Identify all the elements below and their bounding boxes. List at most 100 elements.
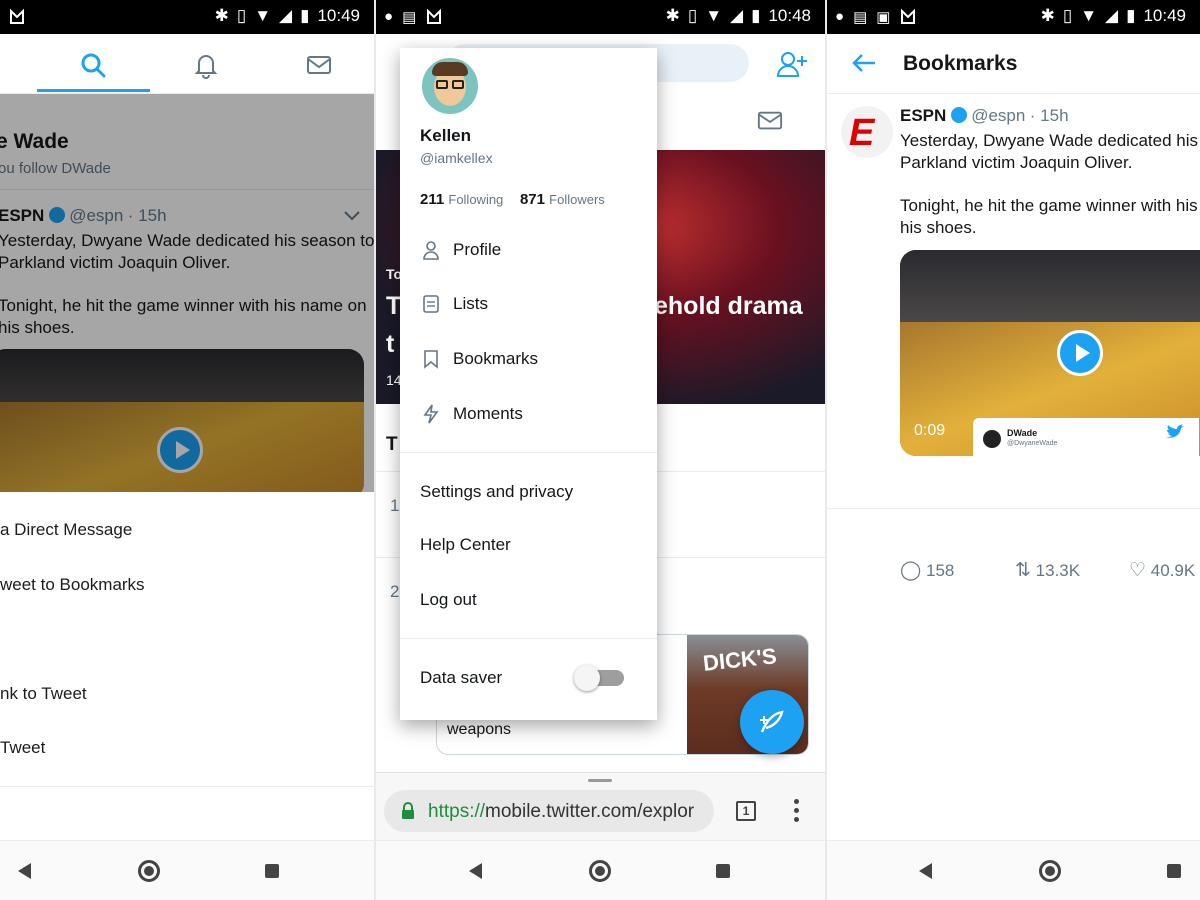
tweet-text-line: Yesterday, Dwyane Wade dedicated his s	[900, 131, 1200, 150]
tweet-time: · 15h	[1029, 106, 1069, 125]
location-icon: ●	[384, 8, 394, 25]
status-bar: ● ▤ ▣ ✱ ▯ ▼ ◢ ▮ 10:49	[827, 0, 1200, 34]
sheet-handle	[588, 779, 612, 782]
sheet-item-direct-message[interactable]: a Direct Message	[0, 520, 132, 540]
hero-title-right: ehold drama	[654, 292, 803, 320]
tweet-author[interactable]: ESPN	[0, 206, 44, 225]
profile-name: Kellen	[420, 126, 472, 145]
lock-icon	[402, 802, 414, 819]
android-nav-bar	[827, 840, 1200, 900]
bluetooth-icon: ✱	[1040, 6, 1055, 25]
location-icon: ●	[835, 8, 845, 25]
tab-count: 1	[742, 804, 750, 818]
sheet-item-copy-link[interactable]: nk to Tweet	[0, 684, 87, 704]
play-icon[interactable]	[157, 427, 203, 473]
following-link[interactable]: 211 Following	[420, 191, 503, 208]
back-icon[interactable]	[18, 863, 31, 879]
recents-icon[interactable]	[1167, 864, 1181, 878]
bell-icon[interactable]	[191, 50, 221, 80]
tweet-author[interactable]: ESPN	[900, 106, 946, 125]
url-host: mobile.twitter.com/explor	[485, 801, 695, 822]
retweet-count: 13.3K	[1035, 561, 1081, 580]
tweet-text-line: Tonight, he hit the game winner with his…	[900, 196, 1200, 215]
search-icon[interactable]	[78, 50, 108, 80]
menu-item-moments[interactable]: Moments	[453, 404, 523, 424]
drawer-divider	[400, 452, 657, 453]
bookmarked-tweet[interactable]: ESPN @espn · 15h Yesterday, Dwyane Wade …	[827, 94, 1200, 581]
status-bar: ● ▤ ✱ ▯ ▼ ◢ ▮ 10:48	[376, 0, 825, 34]
embed-handle: @DwyaneWade	[1007, 440, 1058, 447]
recents-icon[interactable]	[716, 864, 730, 878]
trend-rank: 1	[390, 496, 400, 515]
panel-profile-drawer: ● ▤ ✱ ▯ ▼ ◢ ▮ 10:48 ehold drama T t To 1…	[376, 0, 825, 900]
recents-icon[interactable]	[265, 864, 279, 878]
sheet-item-share[interactable]: Tweet	[0, 738, 45, 758]
vibrate-icon: ▯	[687, 6, 698, 25]
compose-tweet-button[interactable]	[740, 690, 804, 754]
battery-icon: ▮	[300, 6, 310, 25]
embed-name: DWade	[1007, 428, 1038, 438]
like-button[interactable]: ♡ 40.9K	[1129, 559, 1195, 582]
tweet-video[interactable]	[0, 349, 364, 499]
menu-item-profile[interactable]: Profile	[453, 240, 501, 260]
menu-item-help[interactable]: Help Center	[420, 535, 511, 555]
back-arrow-icon[interactable]	[851, 52, 877, 74]
home-icon[interactable]	[1039, 860, 1061, 882]
notification-icon	[901, 8, 916, 24]
menu-item-settings[interactable]: Settings and privacy	[420, 482, 573, 502]
trend-rank: 2	[390, 582, 400, 601]
vibrate-icon: ▯	[236, 6, 247, 25]
twitter-bird-icon	[1166, 424, 1184, 438]
back-icon[interactable]	[919, 863, 932, 879]
chevron-down-icon[interactable]	[343, 210, 361, 222]
mail-icon[interactable]	[756, 108, 784, 134]
following-label: Following	[448, 192, 504, 207]
dwade-avatar	[983, 430, 1001, 448]
battery-icon: ▮	[751, 6, 761, 25]
overflow-menu-icon[interactable]	[794, 799, 800, 823]
avatar[interactable]	[422, 58, 478, 114]
url-bar[interactable]: https://mobile.twitter.com/explor	[384, 790, 714, 832]
tweet-text-line: his shoes.	[900, 218, 977, 237]
menu-item-bookmarks[interactable]: Bookmarks	[453, 349, 538, 369]
battery-icon: ▮	[1126, 6, 1136, 25]
wifi-icon: ▼	[705, 6, 723, 25]
lists-icon	[423, 295, 439, 313]
status-time: 10:49	[1143, 6, 1186, 25]
tweet-text-line: his shoes.	[0, 318, 75, 337]
tweet-action-sheet: a Direct Message weet to Bookmarks nk to…	[0, 492, 374, 840]
reply-button[interactable]: ◯ 158	[900, 559, 954, 582]
vibrate-icon: ▯	[1062, 6, 1073, 25]
url-text: https://mobile.twitter.com/explor	[428, 801, 694, 823]
mail-icon[interactable]	[304, 50, 334, 80]
tweet-time: · 15h	[127, 206, 167, 225]
menu-item-lists[interactable]: Lists	[453, 294, 488, 314]
play-icon[interactable]	[1057, 330, 1103, 376]
retweet-icon: ⇅	[1015, 560, 1031, 581]
bluetooth-icon: ✱	[214, 6, 229, 25]
tweet[interactable]: ESPN @espn · 15h Yesterday, Dwyane Wade …	[0, 192, 374, 499]
menu-item-logout[interactable]: Log out	[420, 590, 477, 610]
message-icon: ▤	[853, 9, 868, 26]
followers-link[interactable]: 871 Followers	[520, 191, 605, 208]
bookmark-icon	[424, 350, 438, 369]
tab-bar	[0, 34, 374, 94]
video-crowd	[0, 349, 364, 406]
sheet-item-bookmark[interactable]: weet to Bookmarks	[0, 575, 145, 595]
video-duration: 0:09	[914, 422, 946, 439]
video-crowd	[900, 250, 1200, 329]
retweet-button[interactable]: ⇅ 13.3K	[1015, 559, 1080, 582]
tweet-video[interactable]: 0:09 DWade @DwyaneWade	[900, 250, 1200, 456]
status-bar: ✱ ▯ ▼ ◢ ▮ 10:49	[0, 0, 374, 34]
toggle-knob[interactable]	[574, 665, 600, 691]
tweet-text-line: Tonight, he hit the game winner with his…	[0, 296, 367, 315]
image-icon: ▣	[876, 9, 891, 26]
add-user-icon[interactable]	[776, 50, 808, 78]
home-icon[interactable]	[138, 860, 160, 882]
home-icon[interactable]	[589, 860, 611, 882]
tab-switcher-button[interactable]: 1	[736, 801, 756, 821]
message-icon: ▤	[402, 9, 417, 26]
back-icon[interactable]	[469, 863, 482, 879]
news-card-text: weapons	[447, 721, 512, 738]
browser-toolbar: https://mobile.twitter.com/explor 1	[376, 772, 825, 850]
